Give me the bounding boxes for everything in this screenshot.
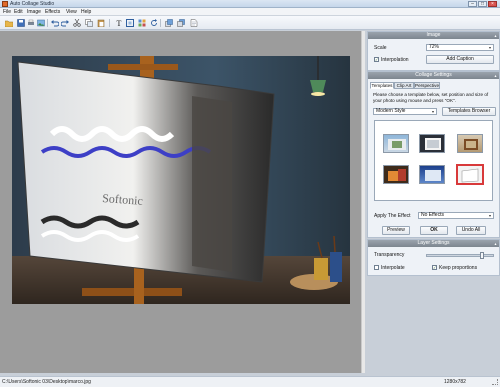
chevron-down-icon: ▾ [488,45,491,50]
text-icon[interactable]: T [115,19,123,27]
effect-dropdown[interactable]: No Effects ▾ [418,212,494,219]
menu-edit[interactable]: Edit [14,9,23,15]
image-panel: Image ▴ Scale 72% ▾ ✓ Interpolation Add … [367,31,500,71]
preview-button[interactable]: Preview [382,226,410,235]
image-icon[interactable] [37,19,45,27]
page-icon[interactable] [190,19,198,27]
undo-all-button[interactable]: Undo All [456,226,486,235]
save-icon[interactable] [17,19,25,27]
collage-settings-panel: Collage Settings ▴ Templates Clip Art Pe… [367,71,500,238]
template-gallery [374,120,493,201]
keep-proportions-checkbox[interactable]: ✓ [432,265,437,270]
send-backward-icon[interactable] [177,19,185,27]
layer-settings-header: Layer Settings ▴ [368,240,499,247]
collage-icon[interactable] [138,19,146,27]
svg-text:T: T [117,19,122,27]
interpolation-checkbox[interactable]: ✓ [374,57,379,62]
style-dropdown[interactable]: Modern Style ▾ [373,108,437,115]
collage-settings-header: Collage Settings ▴ [368,72,499,79]
menu-effects[interactable]: Effects [45,9,60,15]
open-icon[interactable] [5,19,13,27]
collage-photo[interactable]: Softonic [12,56,350,304]
apply-effect-label: Apply The Effect [374,213,411,219]
chevron-down-icon: ▾ [488,213,491,218]
cut-icon[interactable] [73,19,81,27]
scale-label: Scale [374,45,387,51]
menu-bar: File Edit Image Effects View Help [0,8,500,16]
toolbar: T [0,16,500,30]
rotate-icon[interactable] [150,19,158,27]
interpolate-label: Interpolate [381,265,405,271]
status-bar: C:\Users\Softonic 03\Desktop\marco.jpg 1… [0,376,500,387]
svg-text:Softonic: Softonic [102,191,144,208]
template-thumbnail[interactable] [383,134,409,153]
image-dimensions: 1280x782 [444,379,466,385]
window-title: Auto Collage Studio [10,1,55,7]
title-bar: Auto Collage Studio – □ × [0,0,500,8]
collapse-icon[interactable]: ▴ [493,73,498,78]
copy-icon[interactable] [85,19,93,27]
template-instructions: Please choose a template below, set posi… [373,92,489,103]
redo-icon[interactable] [61,19,69,27]
keep-proportions-label: Keep proportions [439,265,478,271]
interpolate-checkbox[interactable] [374,265,379,270]
menu-file[interactable]: File [3,9,11,15]
paste-icon[interactable] [97,19,105,27]
undo-icon[interactable] [51,19,59,27]
scale-dropdown[interactable]: 72% ▾ [426,44,494,51]
layer-settings-panel: Layer Settings ▴ Transparency Interpolat… [367,239,500,276]
maximize-button[interactable]: □ [478,1,487,7]
image-panel-header: Image ▴ [368,32,499,39]
bring-forward-icon[interactable] [165,19,173,27]
template-thumbnail-selected[interactable] [456,164,484,185]
menu-image[interactable]: Image [27,9,41,15]
minimize-button[interactable]: – [468,1,477,7]
print-icon[interactable] [27,19,35,27]
canvas-vertical-scrollbar[interactable] [361,31,365,373]
chevron-down-icon: ▾ [431,109,434,114]
close-button[interactable]: × [488,1,497,7]
template-thumbnail[interactable] [419,165,445,184]
interpolation-label: Interpolation [381,57,409,63]
menu-help[interactable]: Help [81,9,91,15]
border-icon[interactable] [126,19,134,27]
file-path: C:\Users\Softonic 03\Desktop\marco.jpg [2,379,91,385]
transparency-label: Transparency [374,252,405,258]
template-thumbnail[interactable] [419,134,445,153]
resize-grip-icon[interactable] [492,379,498,385]
add-caption-button[interactable]: Add Caption [426,55,494,64]
transparency-slider[interactable] [426,252,494,259]
tab-templates[interactable]: Templates [370,82,394,89]
tab-clip-art[interactable]: Clip Art [394,82,414,89]
tab-perspective[interactable]: Perspective [414,82,440,89]
app-icon [2,1,8,7]
collage-photo-art: Softonic [12,56,350,304]
collapse-icon[interactable]: ▴ [493,33,498,38]
template-thumbnail[interactable] [457,134,483,153]
templates-browser-button[interactable]: Templates Browser [442,107,496,116]
menu-view[interactable]: View [66,9,77,15]
template-thumbnail[interactable] [383,165,409,184]
collapse-icon[interactable]: ▴ [493,241,498,246]
ok-button[interactable]: OK [420,226,448,235]
transparency-slider-thumb[interactable] [480,252,484,259]
